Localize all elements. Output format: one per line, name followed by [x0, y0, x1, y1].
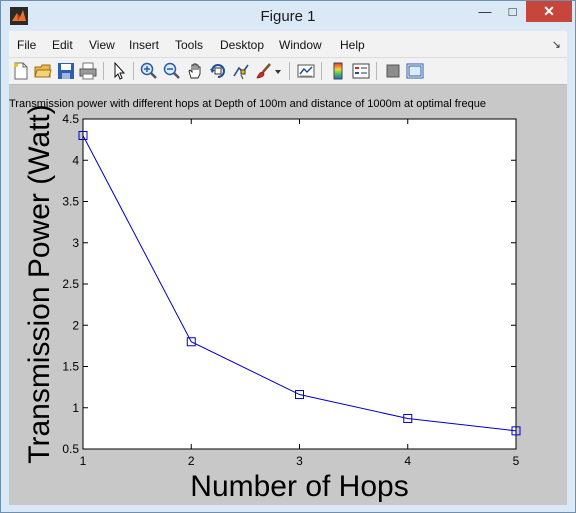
axes-area[interactable] [82, 118, 517, 450]
y-tick-label: 0.5 [62, 442, 79, 456]
y-tick-label: 4.5 [62, 112, 79, 126]
y-axis-label: Transmission Power (Watt) [23, 104, 56, 464]
x-tick-label: 3 [296, 454, 303, 468]
figure-window: Figure 1 — □ ✕ File Edit View Insert Too… [0, 0, 576, 513]
figure-client-area: File Edit View Insert Tools Desktop Wind… [9, 31, 567, 505]
y-tick-label: 1.5 [62, 360, 79, 374]
y-tick-label: 2.5 [62, 277, 79, 291]
x-tick-label: 1 [80, 454, 87, 468]
minimize-button[interactable]: — [471, 1, 499, 22]
x-tick-label: 5 [513, 454, 520, 468]
chart-title: Transmission power with different hops a… [9, 98, 486, 110]
y-tick-label: 3.5 [62, 195, 79, 209]
title-bar[interactable]: Figure 1 — □ ✕ [1, 1, 575, 31]
y-tick-label: 1 [72, 401, 79, 415]
close-button[interactable]: ✕ [526, 1, 572, 22]
x-tick-label: 4 [404, 454, 411, 468]
y-tick-label: 2 [72, 318, 79, 332]
figure-canvas: Transmission power with different hops a… [9, 98, 521, 503]
maximize-button[interactable]: □ [499, 1, 526, 22]
x-axis-label: Number of Hops [190, 470, 408, 503]
y-tick-label: 3 [72, 236, 79, 250]
x-tick-label: 2 [188, 454, 195, 468]
y-tick-label: 4 [72, 153, 79, 167]
